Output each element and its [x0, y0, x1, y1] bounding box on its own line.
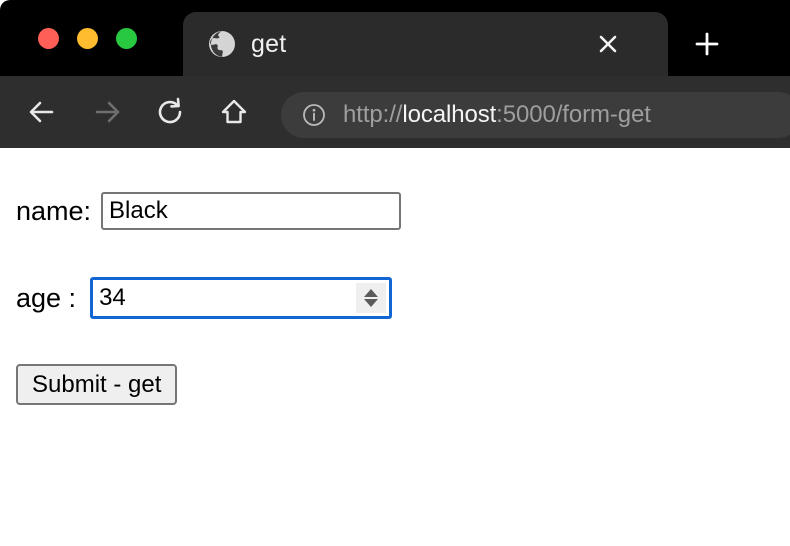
browser-window: get http://localhost:5000/form-get name:…	[0, 0, 790, 546]
info-circle-icon[interactable]	[302, 103, 326, 127]
close-tab-icon[interactable]	[593, 29, 623, 59]
age-input[interactable]	[93, 280, 346, 316]
plus-icon	[695, 32, 719, 56]
titlebar: get	[0, 0, 790, 76]
reload-icon	[158, 97, 182, 124]
spinner-up-icon[interactable]	[364, 289, 379, 297]
spinner-down-icon[interactable]	[364, 299, 379, 307]
page-content: name: age : Submit - get	[0, 148, 790, 546]
address-bar[interactable]: http://localhost:5000/form-get	[281, 92, 790, 138]
tab-strip: get	[0, 0, 790, 76]
age-input-wrapper[interactable]	[90, 277, 393, 319]
age-label: age :	[16, 282, 77, 313]
reload-button[interactable]	[150, 92, 190, 132]
url-text: http://localhost:5000/form-get	[343, 92, 651, 138]
home-icon	[221, 99, 247, 124]
url-host: localhost	[402, 101, 497, 128]
home-button[interactable]	[214, 92, 254, 132]
globe-icon	[207, 29, 237, 59]
form-row-age: age :	[16, 277, 393, 319]
tab-title: get	[251, 30, 287, 58]
back-button[interactable]	[22, 92, 62, 132]
submit-button[interactable]: Submit - get	[16, 364, 178, 405]
forward-button	[87, 92, 127, 132]
url-scheme: http://	[343, 101, 403, 128]
url-path: :5000/form-get	[496, 101, 651, 128]
forward-arrow-icon	[95, 101, 120, 123]
tab-get[interactable]: get	[183, 12, 668, 76]
back-arrow-icon	[29, 101, 54, 123]
number-spinner[interactable]	[356, 283, 387, 313]
new-tab-button[interactable]	[690, 27, 724, 61]
name-input[interactable]	[101, 192, 402, 230]
form-row-name: name:	[16, 192, 402, 230]
name-label: name:	[16, 195, 92, 226]
